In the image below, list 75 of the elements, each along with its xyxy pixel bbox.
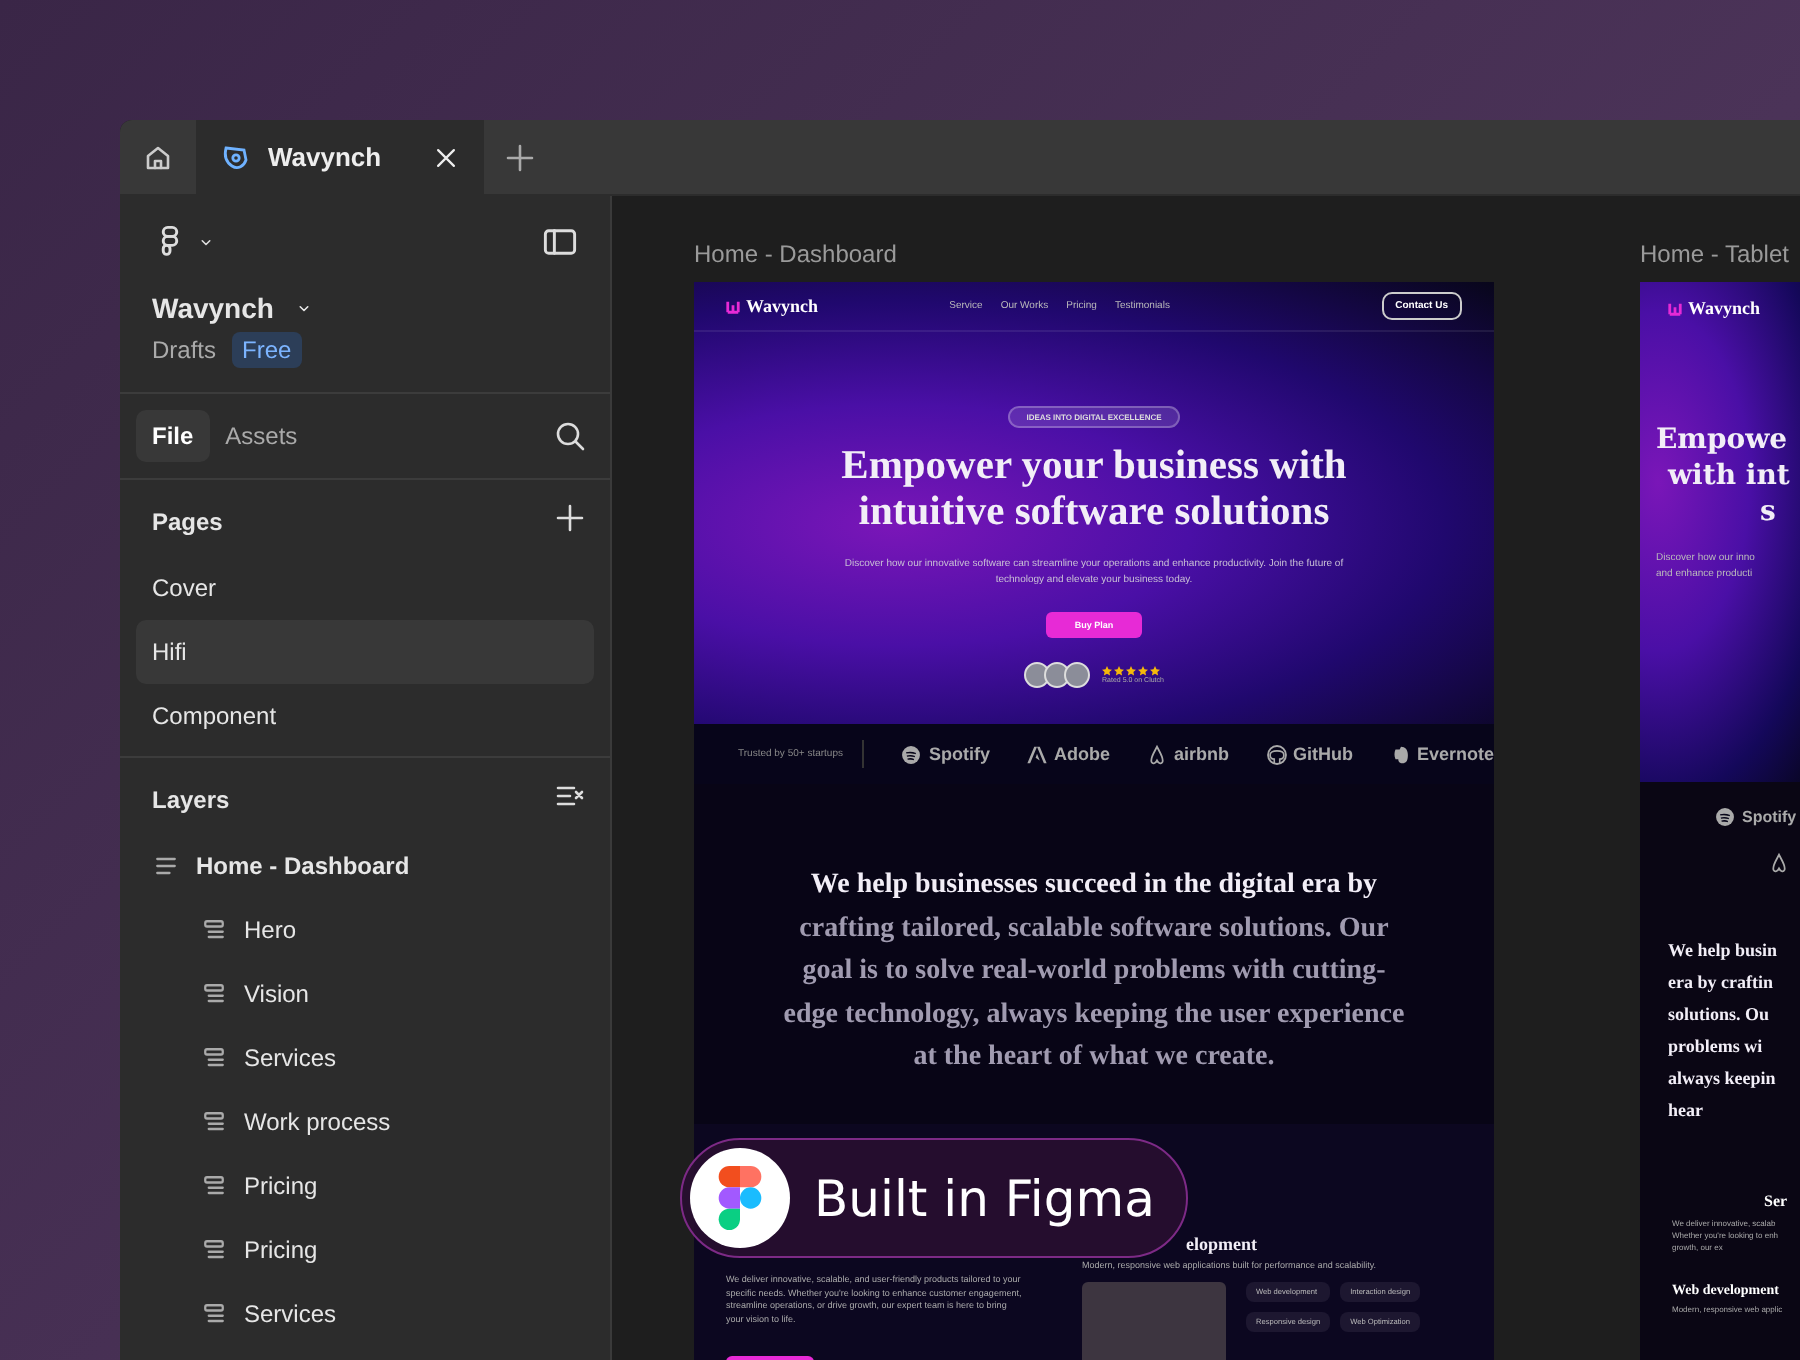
home-icon [142,141,174,173]
brand-logo-text: Evernote [1417,744,1495,764]
vision-line: We help busin [1668,938,1780,964]
section-icon [200,1172,228,1200]
layer-item[interactable]: Services [120,1282,608,1346]
vision-line: era by craftin [1668,970,1775,996]
pages-heading: Pages [150,506,225,540]
logo-icon [726,299,740,313]
project-name[interactable]: Wavynch [152,292,274,324]
search-icon [554,420,586,452]
airbnb-logo-icon [1145,743,1168,765]
vision-line: problems wi [1668,1034,1765,1060]
avatar [1044,662,1071,688]
layer-item[interactable]: Services [120,1026,608,1090]
plus-icon [504,141,536,173]
hero-heading-line: with int [1665,458,1792,494]
layer-item[interactable]: Pricing [120,1154,608,1218]
document-tab[interactable]: Wavynch [196,120,484,194]
section-icon [200,916,228,944]
avatar [1064,662,1091,688]
hero-heading-line: Empowe [1656,422,1790,458]
airbnb-logo-icon [1768,852,1790,874]
brand-logo-text: airbnb [1173,744,1229,764]
layer-item[interactable]: Work process [120,1090,608,1154]
panel-toggle-button[interactable] [542,224,578,260]
avatar [1024,662,1051,688]
section-icon [200,980,228,1008]
service-title: elopment [1186,1234,1259,1254]
search-button[interactable] [554,420,586,452]
brand-logo-text: Adobe [1053,744,1110,764]
location-label: Drafts [152,336,217,364]
layer-item[interactable]: Vision [120,962,608,1026]
frame-label[interactable]: Home - Dashboard [694,240,1494,268]
page-item[interactable]: Cover [136,556,594,620]
layer-item[interactable]: Pricing [120,1218,608,1282]
hero-heading: Empower your business with intuitive software solutions [839,444,1349,536]
panel-tab[interactable]: File [136,410,210,462]
spotify-logo-icon [900,743,923,765]
sidebar-icon [542,224,578,260]
vision-line: solutions. Ou [1668,1002,1772,1028]
section-icon [200,1108,228,1136]
plan-badge: Free [232,332,302,368]
section-heading: Ser [1764,1192,1790,1210]
vision-line: always keepin [1668,1066,1778,1092]
page-item[interactable]: Component [136,684,594,748]
frame-label[interactable]: Home - Tablet [1640,240,1800,268]
layer-item[interactable]: Hero [120,898,608,962]
vision-line: hear [1668,1098,1705,1124]
brand-logo-text: Spotify [928,744,990,764]
section-icon [200,1300,228,1328]
site-logo-text: Wavynch [746,296,819,316]
design-frame[interactable] [694,282,1494,1360]
figma-logo-icon [718,1166,762,1230]
plus-icon [554,502,586,534]
section-icon [200,1044,228,1072]
site-logo-text: Wavynch [1688,298,1761,318]
adobe-logo-icon [1025,743,1048,765]
photo-placeholder [1082,1282,1226,1360]
spotify-logo-icon [1714,806,1736,828]
brand-logo-text: GitHub [1293,744,1353,764]
add-page-button[interactable] [554,502,586,534]
logo-icon [1668,301,1682,315]
badge-text: Built in Figma [814,1169,1155,1227]
page-item[interactable]: Hifi [136,620,594,684]
frame-icon [152,852,180,880]
layers-heading: Layers [150,784,232,818]
vision-statement: We help businesses succeed in the digital era by crafting tailored, scalable software solutions. Our goal is to solve real-world problems with cutting-edge technology, always keeping the user experience at the heart of what we create. [781,868,1407,1077]
design-frame[interactable] [1640,282,1800,1360]
section-icon [200,1236,228,1264]
layer-item[interactable]: Home - Dashboard [120,834,608,898]
brand-logo-text: Spotify [1742,808,1797,826]
hero-heading-line: s [1758,494,1778,530]
close-icon [432,143,460,171]
github-logo-icon [1265,743,1287,765]
panel-tab[interactable]: Assets [209,410,314,462]
